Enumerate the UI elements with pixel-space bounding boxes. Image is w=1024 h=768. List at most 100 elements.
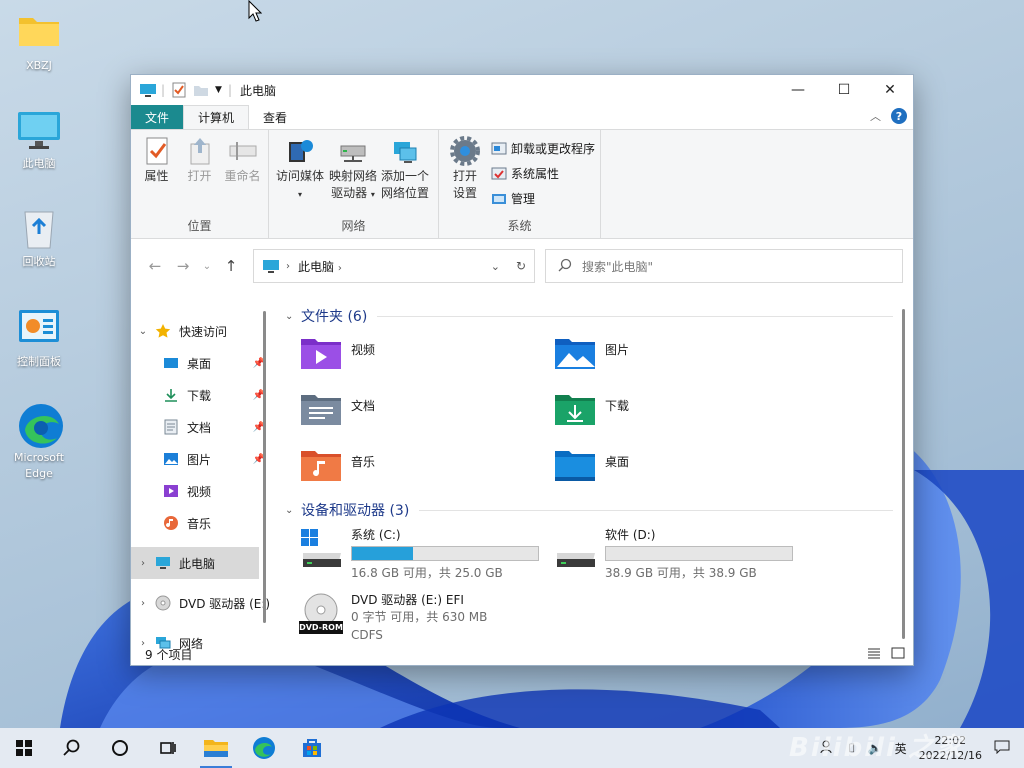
drive-c[interactable]: 系统 (C:) 16.8 GB 可用，共 25.0 GB	[299, 527, 553, 582]
maximize-button[interactable]: ☐	[821, 75, 867, 105]
windows-logo-icon	[16, 740, 32, 756]
tab-view[interactable]: 查看	[249, 105, 301, 129]
refresh-icon[interactable]: ↻	[516, 259, 526, 273]
help-icon[interactable]: ?	[891, 108, 907, 124]
nav-item-desktop[interactable]: 桌面 📌	[131, 347, 271, 379]
search-icon	[558, 258, 572, 275]
folder-pictures[interactable]: 图片	[553, 335, 807, 383]
task-view-icon	[160, 742, 176, 754]
tab-file[interactable]: 文件	[131, 105, 184, 129]
media-icon	[285, 136, 315, 166]
cortana-button[interactable]	[96, 728, 144, 768]
folder-icon	[17, 10, 61, 54]
system-properties-button[interactable]: 系统属性	[491, 163, 595, 184]
desktop-icon-edge[interactable]: Microsoft Edge	[0, 402, 78, 482]
back-button[interactable]: ←	[141, 257, 169, 275]
ribbon-group-location: 属性 打开 重命名 位置	[131, 130, 269, 238]
content-pane: ⌄ 文件夹 (6) 视频 图片 文档 下载 音乐 桌面 ⌄ 设备和驱动器 (3)…	[271, 295, 913, 643]
mouse-cursor-icon	[248, 0, 263, 25]
explorer-window: | ▼ | 此电脑 — ☐ ✕ 文件 计算机 查看 ︿ ? 属性 打开 重命名 …	[130, 74, 914, 666]
folder-downloads[interactable]: 下载	[553, 391, 807, 439]
nav-this-pc[interactable]: › 此电脑	[131, 547, 259, 579]
ribbon-tabs: 文件 计算机 查看 ︿ ?	[131, 105, 913, 129]
tab-computer[interactable]: 计算机	[183, 105, 250, 129]
folders-section-header[interactable]: ⌄ 文件夹 (6)	[285, 301, 913, 331]
nav-item-downloads[interactable]: 下载 📌	[131, 379, 271, 411]
ribbon-group-system: 打开 设置 卸载或更改程序 系统属性 管理 系统	[439, 130, 601, 238]
desktop-folder-icon	[163, 355, 179, 371]
network-location-icon	[390, 136, 420, 166]
control-panel-icon	[17, 306, 61, 350]
nav-item-documents[interactable]: 文档 📌	[131, 411, 271, 443]
collapse-ribbon-icon[interactable]: ︿	[870, 108, 881, 124]
minimize-button[interactable]: —	[775, 75, 821, 105]
content-scrollbar[interactable]	[902, 309, 905, 639]
search-icon	[63, 739, 80, 756]
new-folder-quick-icon[interactable]	[193, 82, 209, 98]
documents-icon	[163, 419, 179, 435]
details-view-icon[interactable]	[867, 647, 881, 662]
desktop-icon-this-pc[interactable]: 此电脑	[0, 108, 78, 172]
drive-d[interactable]: 软件 (D:) 38.9 GB 可用，共 38.9 GB	[553, 527, 807, 582]
drive-icon	[553, 527, 597, 571]
music-icon	[163, 515, 179, 531]
uninstall-button[interactable]: 卸载或更改程序	[491, 138, 595, 159]
nav-item-music[interactable]: 音乐	[131, 507, 271, 539]
address-dropdown-icon[interactable]: ⌄	[491, 260, 500, 273]
recent-locations-button[interactable]: ⌄	[197, 261, 217, 272]
music-folder-icon	[299, 447, 343, 483]
drive-d-usage-bar	[605, 546, 793, 561]
watermark: Bilibili 之家	[789, 733, 964, 763]
large-icons-view-icon[interactable]	[891, 647, 905, 662]
pc-small-icon	[262, 258, 279, 274]
start-button[interactable]	[0, 728, 48, 768]
taskbar-store[interactable]	[288, 728, 336, 768]
desktop-icon-xbzj[interactable]: XBZJ	[0, 10, 78, 74]
pc-small-icon	[139, 82, 156, 98]
nav-scrollbar[interactable]	[259, 295, 271, 643]
drive-e[interactable]: DVD-ROM DVD 驱动器 (E:) EFI 0 字节 可用，共 630 M…	[299, 592, 553, 644]
downloads-folder-icon	[553, 391, 597, 427]
chevron-right-icon[interactable]: ›	[131, 558, 155, 569]
forward-button[interactable]: →	[169, 257, 197, 275]
breadcrumb[interactable]: 此电脑 ›	[298, 258, 483, 275]
chevron-right-icon[interactable]: ›	[131, 598, 155, 609]
nav-quick-access[interactable]: ⌄ 快速访问	[131, 315, 271, 347]
folder-desktop[interactable]: 桌面	[553, 447, 807, 495]
search-button[interactable]	[48, 728, 96, 768]
window-title: 此电脑	[240, 83, 277, 98]
taskbar-edge[interactable]	[240, 728, 288, 768]
folder-videos[interactable]: 视频	[299, 335, 553, 383]
system-drive-icon	[299, 527, 343, 571]
pictures-folder-icon	[553, 335, 597, 371]
desktop-icon-recycle-bin[interactable]: 回收站	[0, 206, 78, 270]
up-button[interactable]: ↑	[217, 257, 245, 275]
open-icon	[185, 136, 215, 166]
folder-music[interactable]: 音乐	[299, 447, 553, 495]
quick-access-dropdown-icon[interactable]: ▼	[215, 85, 222, 95]
desktop-icon-control-panel[interactable]: 控制面板	[0, 306, 78, 370]
close-button[interactable]: ✕	[867, 75, 913, 105]
taskbar-file-explorer[interactable]	[192, 728, 240, 768]
videos-folder-icon	[299, 335, 343, 371]
address-field[interactable]: › 此电脑 › ⌄ ↻	[253, 249, 535, 283]
nav-item-pictures[interactable]: 图片 📌	[131, 443, 271, 475]
file-explorer-icon	[204, 740, 228, 757]
chevron-down-icon[interactable]: ⌄	[131, 326, 155, 337]
desktop-folder-icon	[553, 447, 597, 483]
properties-icon	[142, 136, 172, 166]
properties-quick-icon[interactable]	[171, 82, 187, 98]
system-properties-icon	[491, 166, 507, 182]
folder-documents[interactable]: 文档	[299, 391, 553, 439]
pc-small-icon	[155, 555, 171, 571]
status-bar: 9 个项目	[131, 643, 913, 665]
notification-icon[interactable]	[994, 740, 1010, 757]
devices-section-header[interactable]: ⌄ 设备和驱动器 (3)	[285, 495, 913, 525]
nav-item-videos[interactable]: 视频	[131, 475, 271, 507]
taskbar: ⌷ 🔈 英 22:02 2022/12/16 Bilibili 之家	[0, 728, 1024, 768]
task-view-button[interactable]	[144, 728, 192, 768]
search-input[interactable]: 搜索"此电脑"	[545, 249, 903, 283]
nav-dvd-drive[interactable]: › DVD 驱动器 (E:)	[131, 587, 271, 619]
edge-icon	[253, 737, 275, 759]
manage-button[interactable]: 管理	[491, 188, 595, 209]
